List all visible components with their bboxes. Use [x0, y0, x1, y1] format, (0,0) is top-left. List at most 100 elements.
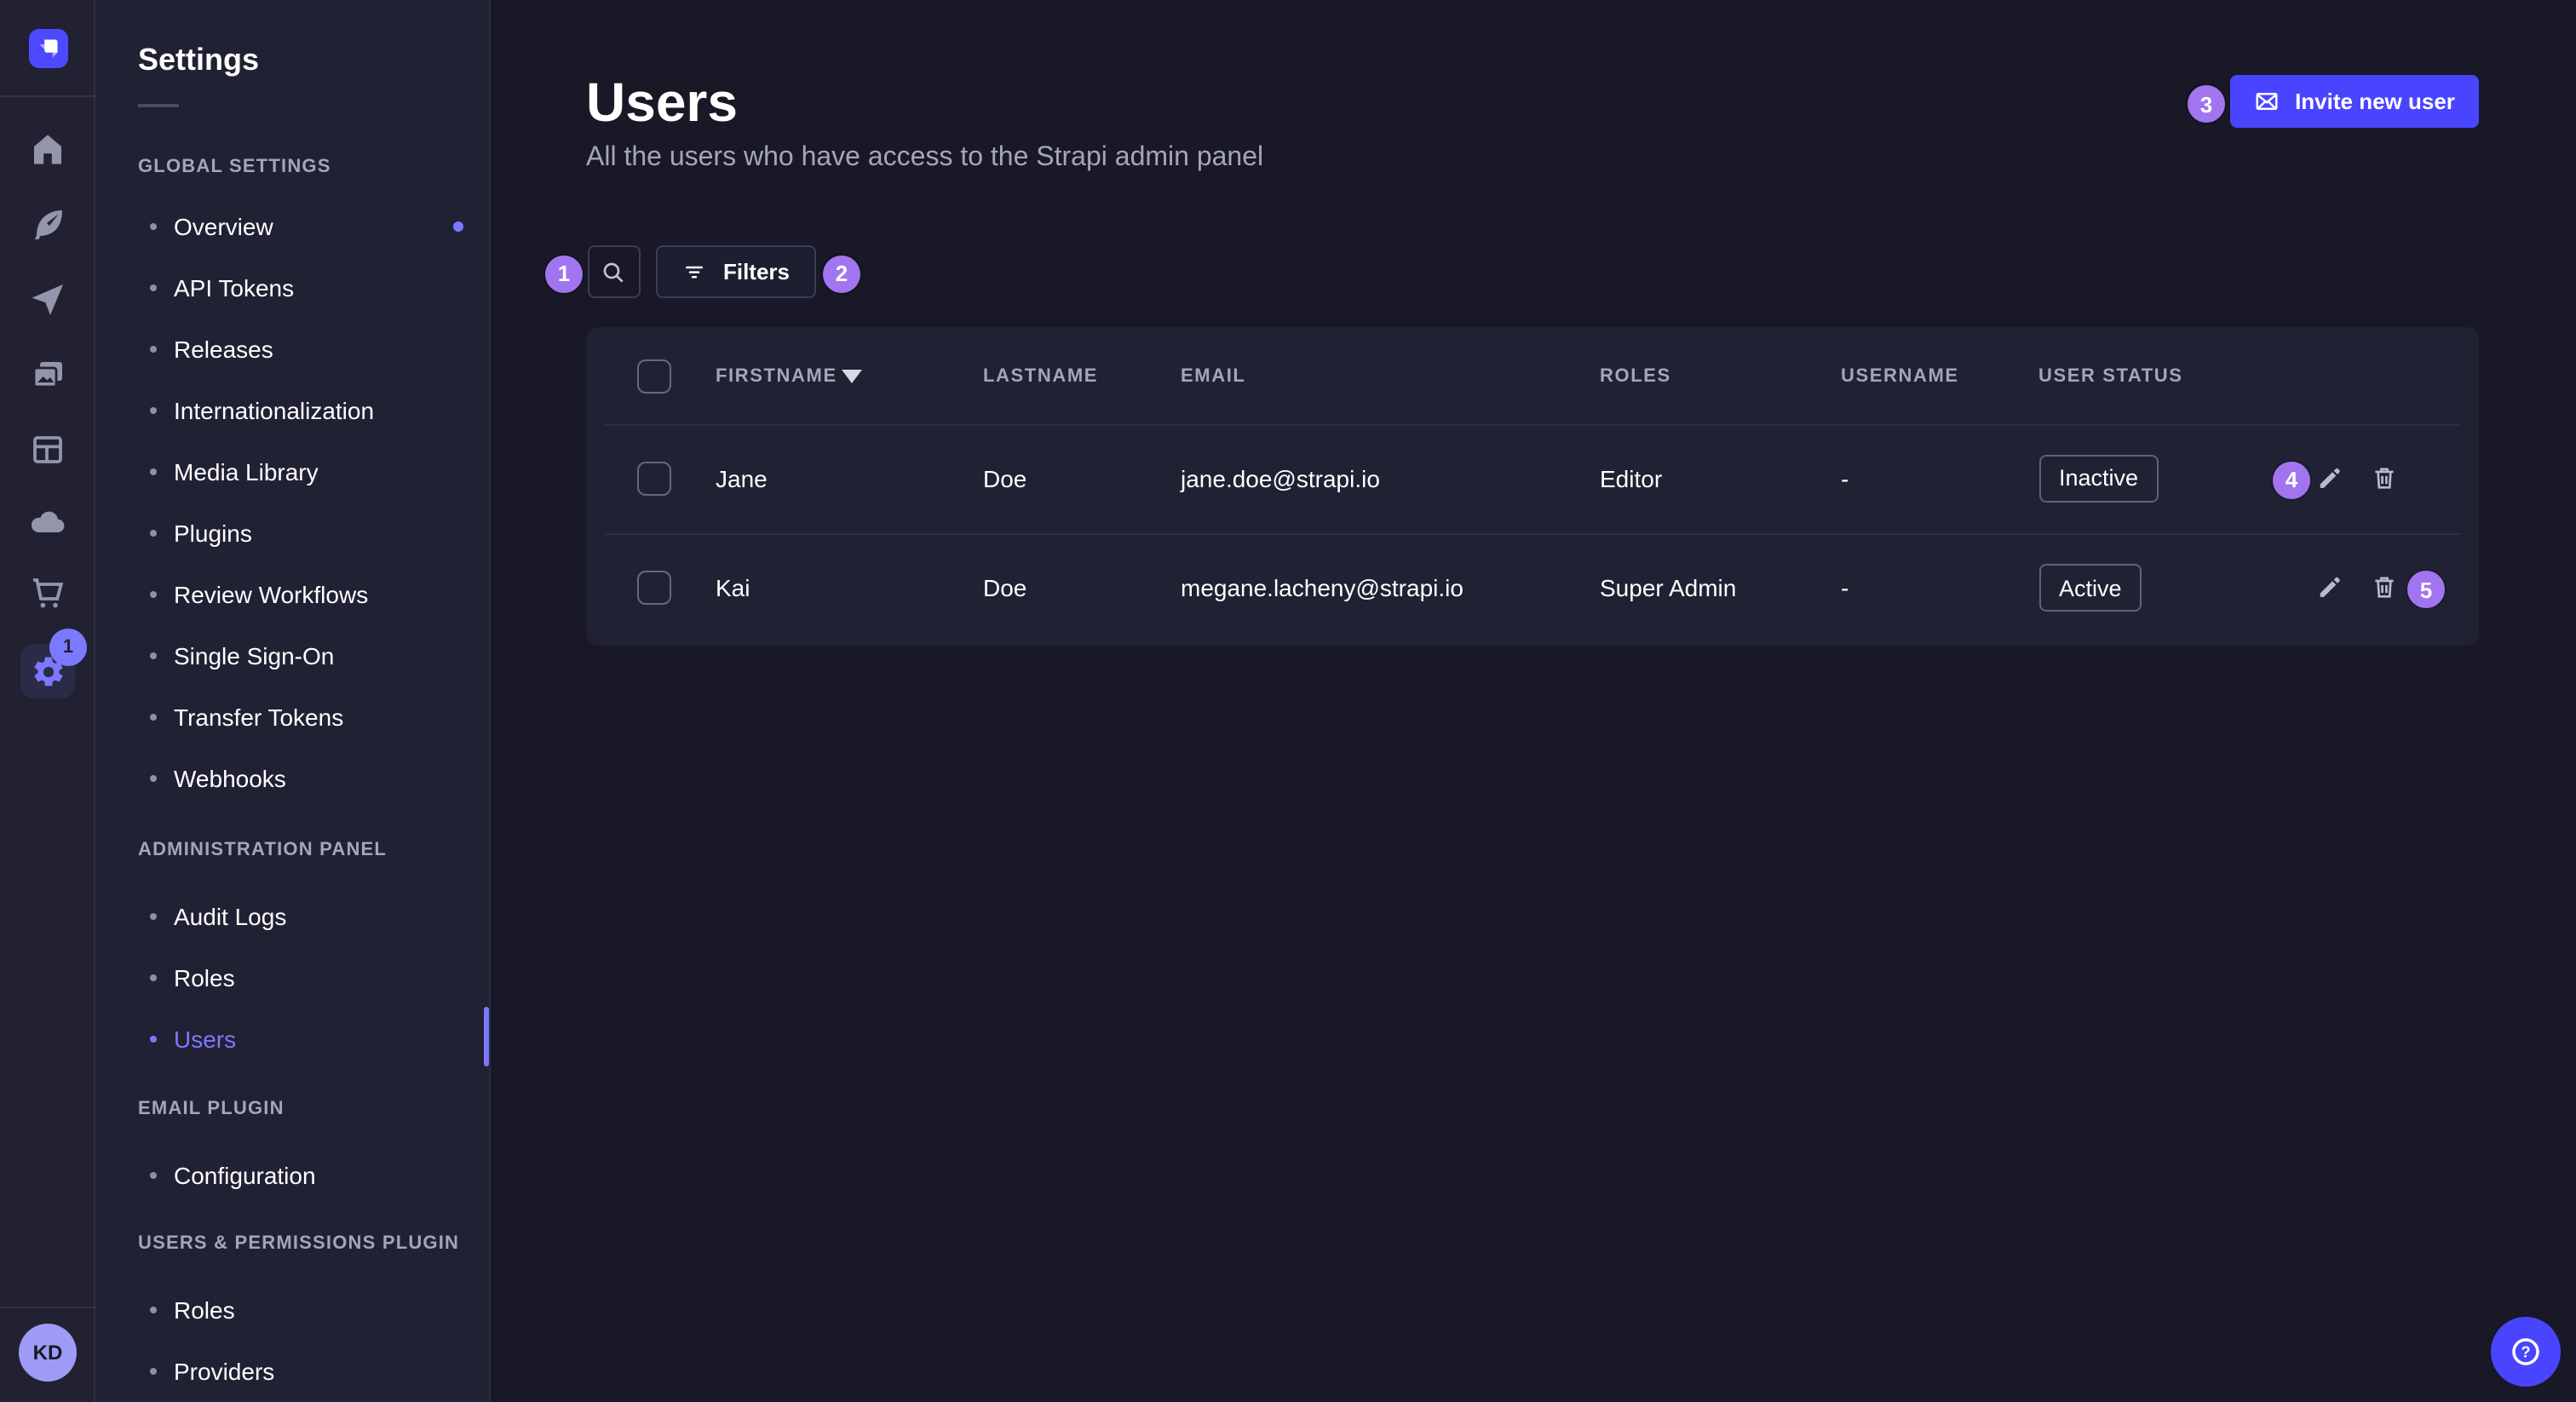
nav-rail: 1 KD: [0, 0, 95, 1402]
annotation-marker-2: 2: [823, 255, 860, 292]
page-subtitle: All the users who have access to the Str…: [586, 143, 1263, 174]
delete-user-button[interactable]: [2366, 462, 2401, 496]
trash-icon: [2369, 463, 2398, 492]
marketplace-cart-icon[interactable]: [27, 572, 68, 613]
column-header-user-status: USER STATUS: [2038, 329, 2183, 423]
trash-icon: [2369, 573, 2398, 602]
sidebar-item-plugins[interactable]: Plugins: [95, 515, 488, 549]
cell-email: jane.doe@strapi.io: [1181, 465, 1380, 492]
users-table: FIRSTNAME LASTNAME EMAIL ROLES USERNAME …: [587, 329, 2477, 643]
row-checkbox[interactable]: [637, 572, 671, 606]
sidebar-item-providers[interactable]: Providers: [95, 1353, 488, 1388]
cell-username: -: [1841, 465, 1849, 492]
settings-sidebar: Settings GLOBAL SETTINGS Overview API To…: [95, 0, 490, 1402]
sidebar-item-configuration[interactable]: Configuration: [95, 1158, 488, 1192]
bullet: [150, 345, 157, 352]
envelope-icon: [2254, 89, 2280, 114]
edit-user-button[interactable]: [2312, 462, 2346, 496]
sidebar-item-users[interactable]: Users: [95, 1021, 488, 1055]
sidebar-item-webhooks[interactable]: Webhooks: [95, 761, 488, 795]
cell-roles: Editor: [1600, 465, 1662, 492]
strapi-logo[interactable]: [29, 29, 68, 68]
bullet: [150, 284, 157, 290]
bullet: [150, 713, 157, 720]
help-button[interactable]: ?: [2491, 1317, 2561, 1387]
overview-notification-dot: [452, 221, 463, 231]
search-icon: [600, 258, 627, 285]
cell-email: megane.lacheny@strapi.io: [1181, 575, 1463, 602]
rail-divider: [0, 95, 95, 97]
sidebar-item-up-roles[interactable]: Roles: [95, 1293, 488, 1327]
bullet: [150, 468, 157, 474]
bullet: [150, 974, 157, 980]
cell-firstname: Kai: [716, 575, 750, 602]
annotation-marker-3: 3: [2188, 85, 2225, 123]
sidebar-item-single-sign-on[interactable]: Single Sign-On: [95, 638, 488, 672]
cell-username: -: [1841, 575, 1849, 602]
annotation-marker-1: 1: [545, 255, 583, 292]
bullet: [150, 590, 157, 597]
cell-lastname: Doe: [983, 465, 1026, 492]
sidebar-item-audit-logs[interactable]: Audit Logs: [95, 899, 488, 933]
sidebar-item-review-workflows[interactable]: Review Workflows: [95, 577, 488, 611]
settings-notification-badge: 1: [49, 629, 87, 666]
home-icon[interactable]: [27, 129, 68, 170]
layout-icon[interactable]: [27, 429, 68, 470]
invite-new-user-button[interactable]: Invite new user: [2230, 75, 2479, 128]
status-badge: Active: [2038, 565, 2142, 612]
settings-sidebar-title: Settings: [138, 43, 259, 78]
search-button[interactable]: [587, 245, 640, 298]
strapi-admin-app: 1 KD Settings GLOBAL SETTINGS Overview A…: [0, 0, 2576, 1402]
edit-user-button[interactable]: [2312, 572, 2346, 606]
cell-roles: Super Admin: [1600, 575, 1736, 602]
sidebar-item-admin-roles[interactable]: Roles: [95, 960, 488, 994]
pencil-icon: [2314, 463, 2343, 492]
bullet: [150, 1307, 157, 1313]
bullet: [150, 529, 157, 536]
column-header-roles: ROLES: [1600, 329, 1671, 423]
select-all-checkbox[interactable]: [637, 359, 671, 394]
send-icon[interactable]: [27, 279, 68, 320]
sidebar-item-overview[interactable]: Overview: [95, 209, 488, 243]
section-email-plugin: EMAIL PLUGIN: [138, 1097, 285, 1121]
sidebar-item-releases[interactable]: Releases: [95, 331, 488, 365]
sort-caret-icon[interactable]: [841, 370, 861, 383]
sidebar-item-api-tokens[interactable]: API Tokens: [95, 270, 488, 304]
user-avatar[interactable]: KD: [19, 1324, 77, 1382]
question-mark-icon: ?: [2508, 1334, 2544, 1370]
bullet: [150, 406, 157, 413]
row-checkbox[interactable]: [637, 462, 671, 496]
bullet: [150, 1035, 157, 1042]
table-row: Kai Doe megane.lacheny@strapi.io Super A…: [587, 533, 2477, 643]
column-header-username: USERNAME: [1841, 329, 1959, 423]
filters-button[interactable]: Filters: [656, 245, 816, 298]
cell-firstname: Jane: [716, 465, 768, 492]
annotation-marker-4: 4: [2273, 461, 2310, 498]
pencil-icon: [2314, 573, 2343, 602]
sidebar-item-media-library[interactable]: Media Library: [95, 454, 488, 488]
sidebar-item-transfer-tokens[interactable]: Transfer Tokens: [95, 699, 488, 733]
sidebar-item-internationalization[interactable]: Internationalization: [95, 393, 488, 427]
rail-bottom-divider: [0, 1307, 95, 1308]
table-row: Jane Doe jane.doe@strapi.io Editor - Ina…: [587, 423, 2477, 533]
settings-title-underline: [138, 104, 179, 107]
column-header-firstname[interactable]: FIRSTNAME: [716, 329, 837, 423]
strapi-logo-icon: [29, 29, 68, 68]
status-badge: Inactive: [2038, 455, 2159, 503]
content-quill-icon[interactable]: [27, 204, 68, 245]
cell-lastname: Doe: [983, 575, 1026, 602]
annotation-marker-5: 5: [2407, 571, 2445, 608]
bullet: [150, 1367, 157, 1374]
bullet: [150, 774, 157, 781]
cloud-icon[interactable]: [27, 501, 68, 542]
bullet: [150, 222, 157, 229]
bullet: [150, 1172, 157, 1179]
section-administration-panel: ADMINISTRATION PANEL: [138, 838, 387, 862]
active-item-indicator: [483, 1007, 488, 1066]
filter-icon: [682, 259, 708, 284]
delete-user-button[interactable]: [2366, 572, 2401, 606]
bullet: [150, 652, 157, 658]
media-library-icon[interactable]: [27, 354, 68, 395]
section-global-settings: GLOBAL SETTINGS: [138, 154, 331, 178]
bullet: [150, 912, 157, 919]
